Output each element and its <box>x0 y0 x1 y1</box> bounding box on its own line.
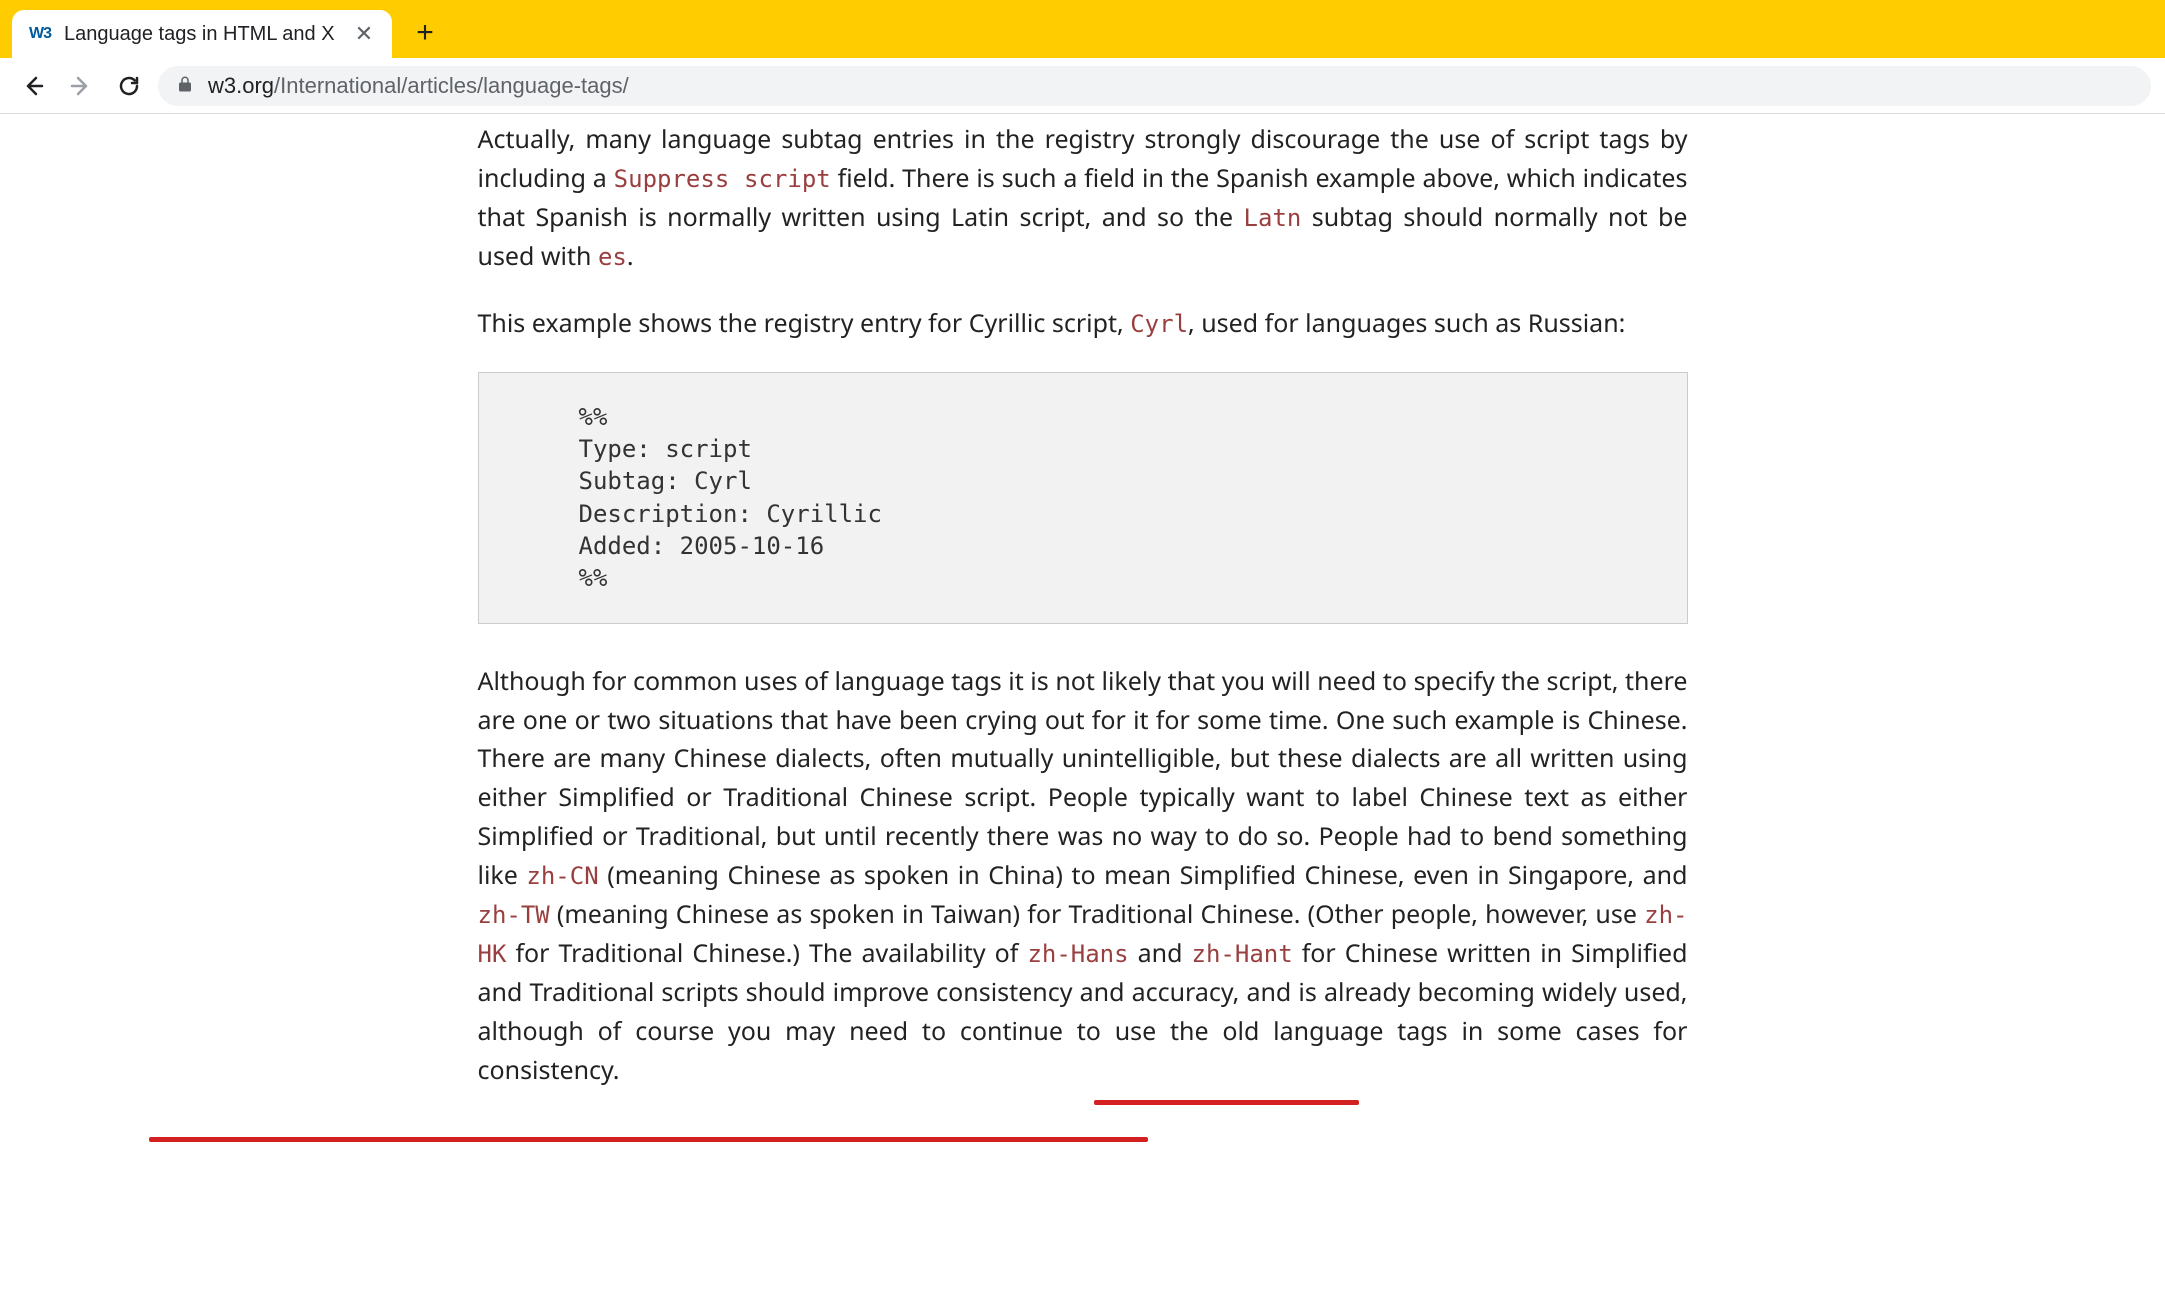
address-bar[interactable]: w3.org/International/articles/language-t… <box>158 66 2151 106</box>
annotation-underline-icon <box>149 1137 1148 1142</box>
close-tab-icon[interactable]: ✕ <box>354 24 374 44</box>
paragraph-cyrillic-intro: This example shows the registry entry fo… <box>478 304 1688 343</box>
w3c-favicon-icon: W3 <box>28 22 52 46</box>
code-zh-hans: zh-Hans <box>1027 940 1128 968</box>
code-zh-cn: zh-CN <box>526 862 598 890</box>
reload-icon <box>117 74 141 98</box>
back-button[interactable] <box>14 67 52 105</box>
arrow-left-icon <box>21 74 45 98</box>
paragraph-suppress-script: Actually, many language subtag entries i… <box>478 120 1688 276</box>
code-zh-tw: zh-TW <box>478 901 550 929</box>
url-text: w3.org/International/articles/language-t… <box>208 73 2133 99</box>
browser-tab[interactable]: W3 Language tags in HTML and X ✕ <box>12 10 392 58</box>
code-latn: Latn <box>1244 204 1302 232</box>
code-es: es <box>598 243 627 271</box>
paragraph-chinese-scripts: Although for common uses of language tag… <box>478 662 1688 1090</box>
tab-strip: W3 Language tags in HTML and X ✕ + <box>0 0 2165 58</box>
reload-button[interactable] <box>110 67 148 105</box>
code-suppress-script: Suppress script <box>614 165 831 193</box>
page-viewport[interactable]: Actually, many language subtag entries i… <box>0 114 2165 1312</box>
code-zh-hant: zh-Hant <box>1192 940 1293 968</box>
annotation-underline-icon <box>1094 1100 1359 1105</box>
registry-code-block: %% Type: script Subtag: Cyrl Description… <box>478 372 1688 624</box>
lock-icon <box>176 73 194 99</box>
new-tab-button[interactable]: + <box>404 12 446 54</box>
arrow-right-icon <box>69 74 93 98</box>
forward-button[interactable] <box>62 67 100 105</box>
tab-title: Language tags in HTML and X <box>64 23 342 46</box>
article-body: Actually, many language subtag entries i… <box>478 120 1688 1157</box>
browser-toolbar: w3.org/International/articles/language-t… <box>0 58 2165 114</box>
code-cyrl: Cyrl <box>1130 310 1188 338</box>
